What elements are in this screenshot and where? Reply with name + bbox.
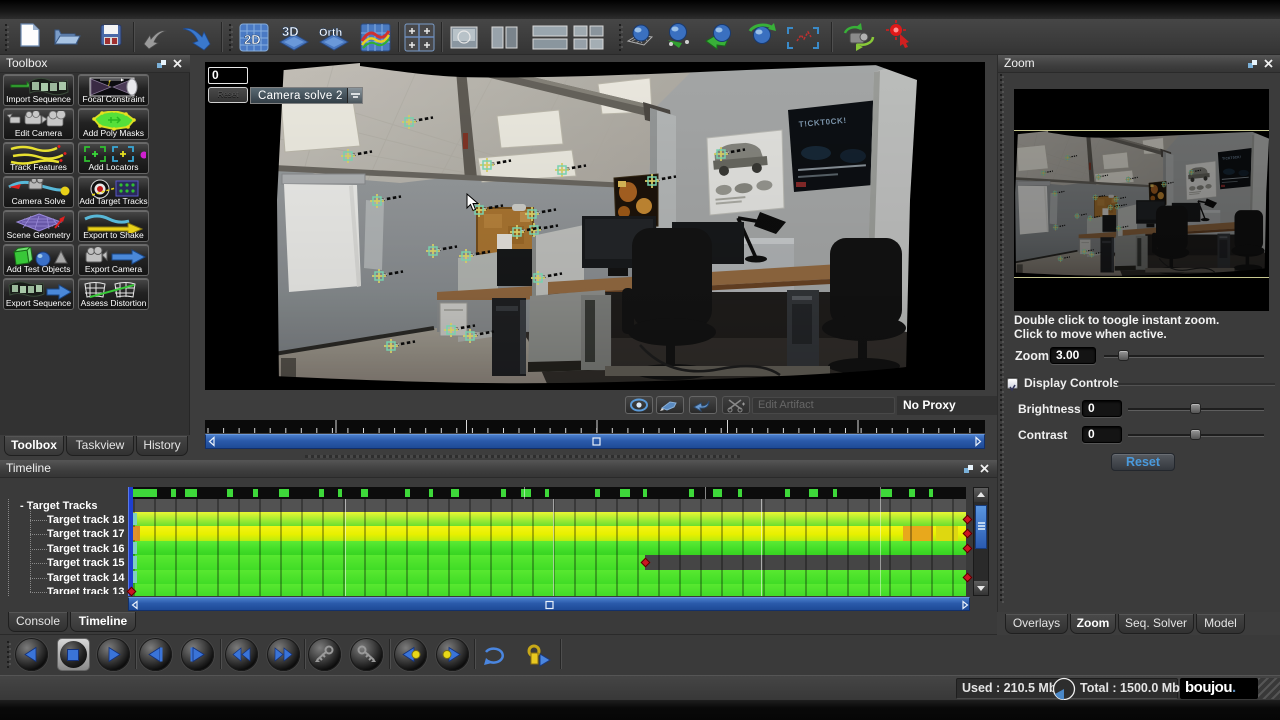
svg-text:3D: 3D <box>282 24 299 39</box>
svg-text:Orth: Orth <box>319 27 343 39</box>
svg-text:2D: 2D <box>244 32 261 47</box>
